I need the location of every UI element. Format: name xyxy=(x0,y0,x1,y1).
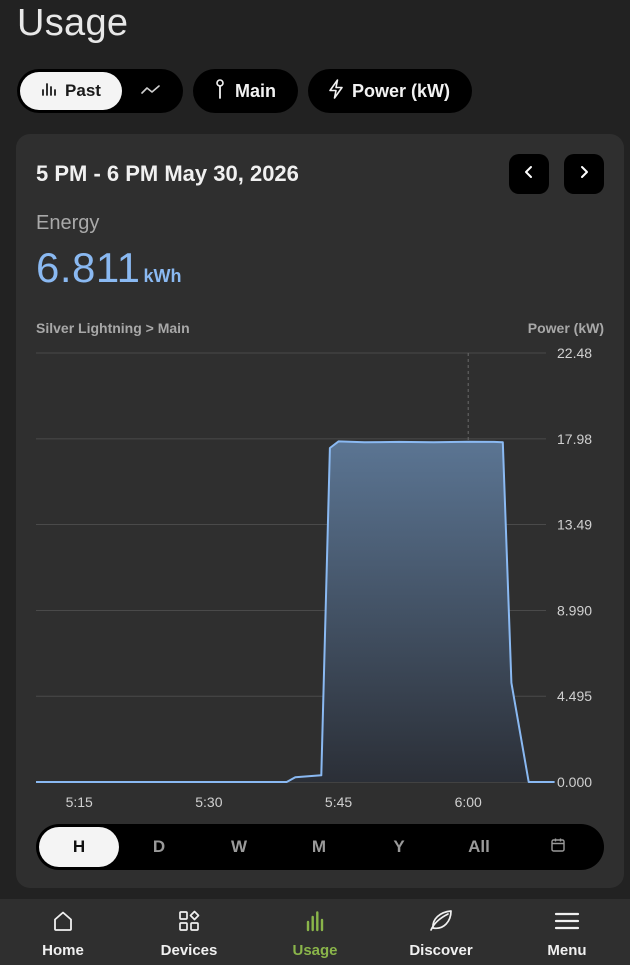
x-tick-label: 5:45 xyxy=(325,794,352,810)
x-tick-label: 6:00 xyxy=(455,794,482,810)
x-tick-label: 5:30 xyxy=(195,794,222,810)
leaf-icon xyxy=(428,909,454,938)
view-toggle: Past xyxy=(17,69,183,113)
nav-item-label: Devices xyxy=(160,942,218,959)
calendar-button[interactable] xyxy=(519,827,597,867)
chart-unit-label: Power (kW) xyxy=(527,320,604,336)
period-option-w[interactable]: W xyxy=(199,827,279,867)
chevron-right-icon xyxy=(579,165,589,184)
usage-card: 5 PM - 6 PM May 30, 2026 Energy 6.811 kW… xyxy=(16,134,624,888)
y-tick-label: 17.98 xyxy=(557,431,592,447)
x-tick-label: 5:15 xyxy=(66,794,93,810)
previous-period-button[interactable] xyxy=(509,154,549,194)
power-series-line xyxy=(36,440,555,783)
nav-item-home[interactable]: Home xyxy=(0,899,126,965)
y-tick-label: 4.495 xyxy=(557,688,592,704)
energy-label: Energy xyxy=(36,212,100,234)
metric-select-label: Power (kW) xyxy=(352,80,451,101)
power-chart: 22.48 17.98 13.49 8.990 4.495 0.000 5:15 5:30 5:… xyxy=(36,345,592,810)
trend-view-button[interactable] xyxy=(122,72,180,110)
next-period-button[interactable] xyxy=(564,154,604,194)
device-select-button[interactable]: Main xyxy=(193,69,299,113)
date-range-title: 5 PM - 6 PM May 30, 2026 xyxy=(36,161,299,186)
metric-select-button[interactable]: Power (kW) xyxy=(308,69,473,113)
power-area-fill xyxy=(36,441,555,782)
energy-value: 6.811 kWh xyxy=(36,244,182,292)
nav-item-usage[interactable]: Usage xyxy=(252,899,378,965)
toolbar: Past Main Power (kW) xyxy=(17,69,473,113)
nav-item-menu[interactable]: Menu xyxy=(504,899,630,965)
period-option-h[interactable]: H xyxy=(39,827,119,867)
trend-line-icon xyxy=(141,81,161,101)
device-select-label: Main xyxy=(235,80,277,101)
devices-grid-icon xyxy=(177,909,201,938)
nav-item-label: Usage xyxy=(292,942,338,959)
period-option-d[interactable]: D xyxy=(119,827,199,867)
period-selector: H D W M Y All xyxy=(36,824,604,870)
lightning-bolt-icon xyxy=(328,78,344,104)
nav-item-label: Home xyxy=(42,942,84,959)
nav-item-label: Menu xyxy=(547,942,587,959)
y-tick-label: 8.990 xyxy=(557,602,592,618)
nav-item-discover[interactable]: Discover xyxy=(378,899,504,965)
past-view-button[interactable]: Past xyxy=(20,72,122,110)
period-option-m[interactable]: M xyxy=(279,827,359,867)
hamburger-menu-icon xyxy=(554,909,580,938)
past-view-label: Past xyxy=(65,81,101,100)
period-option-y[interactable]: Y xyxy=(359,827,439,867)
y-tick-label: 0.000 xyxy=(557,774,592,790)
y-tick-label: 13.49 xyxy=(557,517,592,533)
nav-item-devices[interactable]: Devices xyxy=(126,899,252,965)
y-tick-label: 22.48 xyxy=(557,345,592,361)
period-option-all[interactable]: All xyxy=(439,827,519,867)
calendar-icon xyxy=(550,837,566,858)
chevron-left-icon xyxy=(524,165,534,184)
energy-number: 6.811 xyxy=(36,244,141,291)
usage-bars-icon xyxy=(303,909,327,938)
chart-source-label: Silver Lightning > Main xyxy=(36,320,190,336)
energy-unit: kWh xyxy=(143,266,182,286)
home-icon xyxy=(51,909,75,938)
bar-chart-icon xyxy=(41,81,57,102)
nav-item-label: Discover xyxy=(409,942,473,959)
page-title: Usage xyxy=(17,2,129,44)
clamp-sensor-icon xyxy=(213,78,227,104)
bottom-navigation: Home Devices Usage Discover Menu xyxy=(0,899,630,965)
